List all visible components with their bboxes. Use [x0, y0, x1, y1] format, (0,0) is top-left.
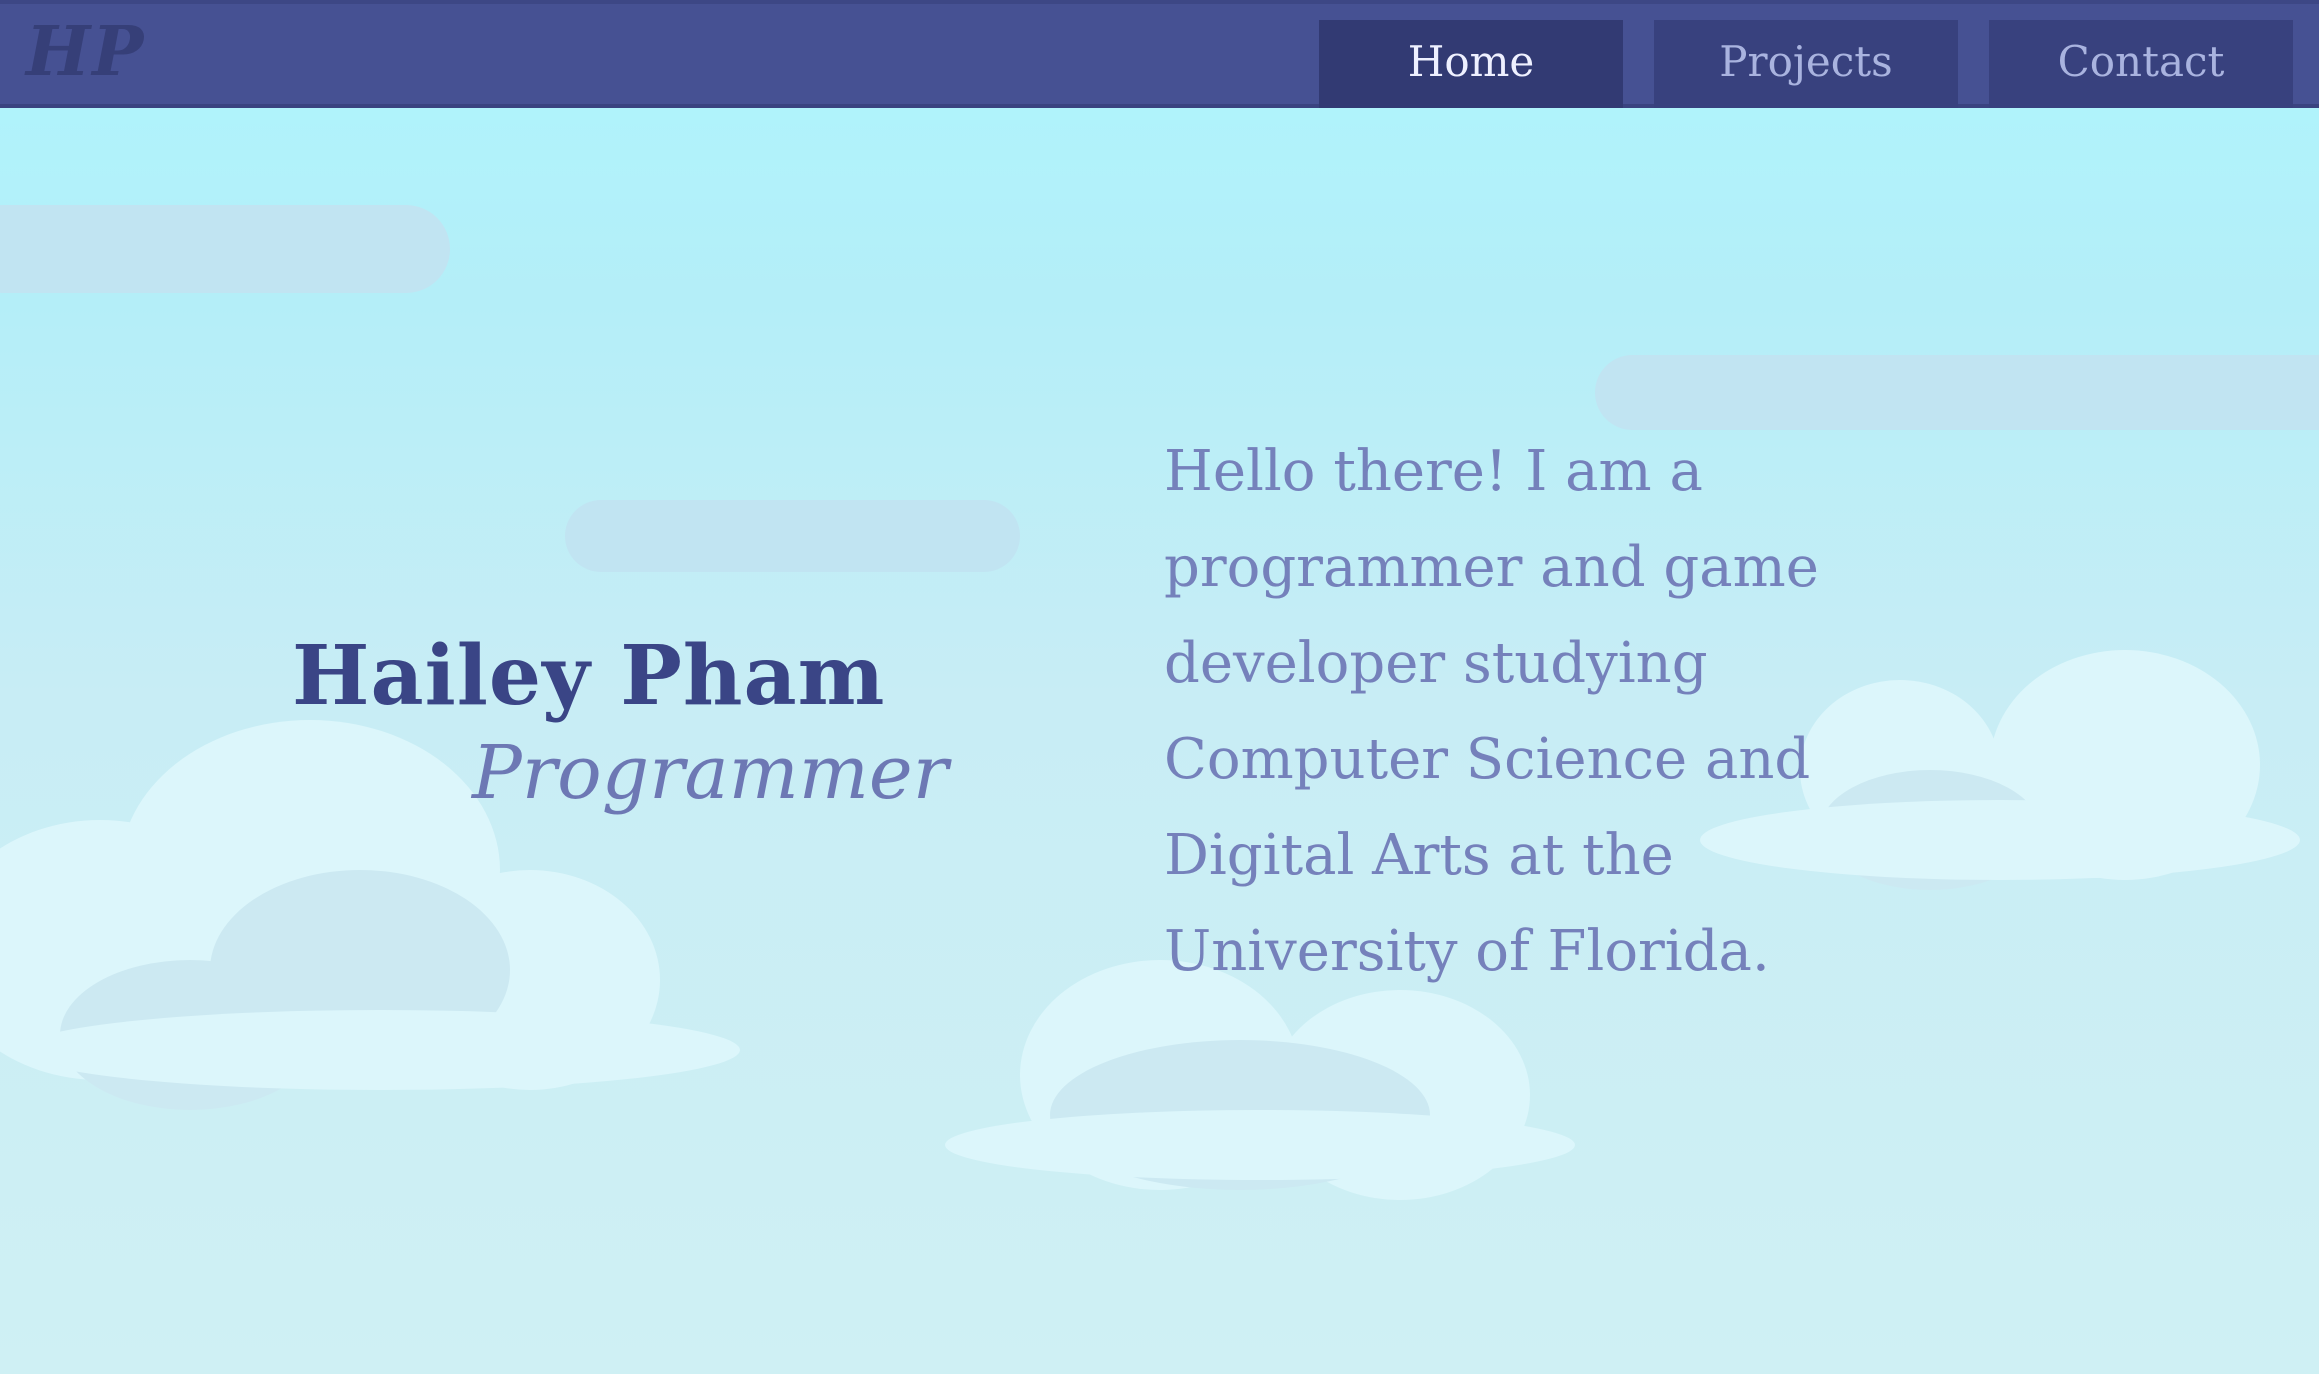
logo[interactable]: HP [26, 12, 145, 92]
hero-name: Hailey Pham [292, 628, 886, 724]
hero-bio: Hello there! I am a programmer and game … [1164, 439, 1819, 984]
nav-contact-button[interactable]: Contact [1989, 20, 2293, 108]
hero-role: Programmer [472, 730, 949, 816]
page: HP Home Projects Contact Hailey Pham Pro… [0, 0, 2319, 1374]
nav-home-button[interactable]: Home [1319, 20, 1623, 108]
nav-projects-button[interactable]: Projects [1654, 20, 1958, 108]
navbar: HP Home Projects Contact [0, 0, 2319, 108]
